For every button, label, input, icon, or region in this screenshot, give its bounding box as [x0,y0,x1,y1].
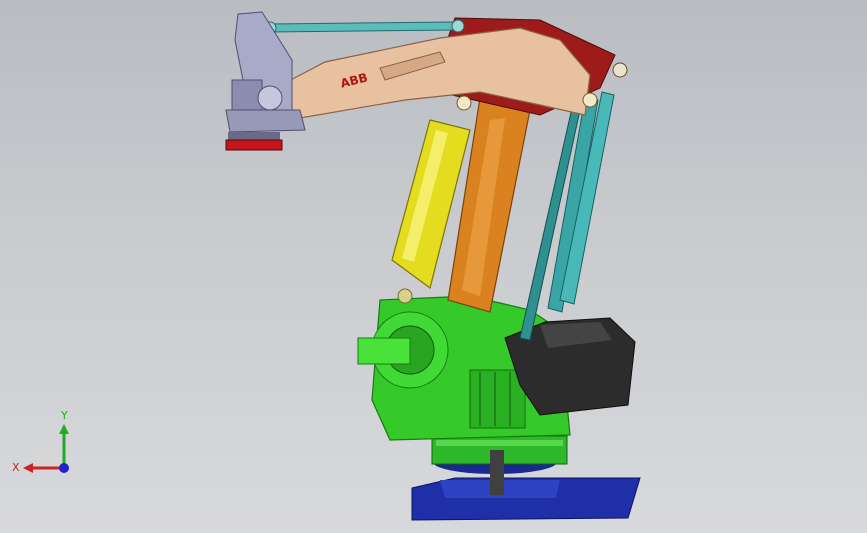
upper-arm[interactable]: ABB [261,17,616,119]
lower-arm[interactable] [447,91,531,313]
triad-plane [30,446,52,468]
robot-model[interactable]: ABB [0,0,867,533]
y-axis-arrow [59,424,69,434]
x-axis-arrow [23,463,33,473]
triad-axes [23,424,69,473]
gripper-pad[interactable] [225,132,283,151]
z-axis-dot [59,463,69,473]
y-axis-label: Y [61,409,68,422]
tie-rods[interactable] [519,91,615,341]
x-axis-label: X [12,461,20,474]
coordinate-triad: Y X [10,410,80,480]
cad-viewport[interactable]: ABB Y X [0,0,867,533]
top-link-rod[interactable] [263,19,465,35]
